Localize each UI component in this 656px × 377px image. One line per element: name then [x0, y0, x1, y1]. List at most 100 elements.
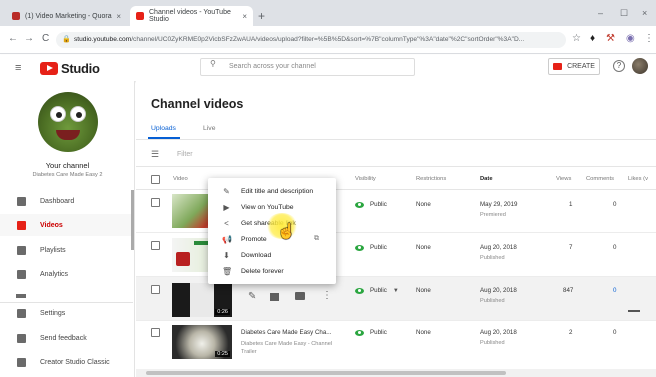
avatar-mouth [56, 130, 80, 140]
menu-item-edit-title[interactable]: ✎ Edit title and description [208, 183, 336, 199]
browser-menu-icon[interactable]: ⋮ [644, 33, 654, 44]
video-title[interactable]: Diabetes Care Made Easy Cha... [241, 329, 331, 336]
visibility-cell[interactable]: Public [355, 244, 387, 251]
column-header-restrictions[interactable]: Restrictions [416, 176, 446, 182]
column-header-visibility[interactable]: Visibility [355, 176, 376, 182]
row-checkbox[interactable] [151, 241, 160, 250]
comments-cell: 0 [613, 201, 617, 208]
sidebar-item-feedback[interactable]: Send feedback [0, 327, 133, 349]
screen: (1) Video Marketing - Quora × Channel vi… [0, 0, 656, 377]
extension-icon[interactable]: ⚒ [606, 33, 615, 44]
column-header-date[interactable]: Date [480, 176, 493, 182]
new-tab-icon[interactable]: + [258, 9, 265, 23]
comments-icon [16, 294, 26, 298]
column-header-likes[interactable]: Likes (v [628, 176, 648, 182]
maximize-icon[interactable]: ☐ [620, 8, 628, 19]
video-thumbnail[interactable]: 0:25 [172, 325, 232, 359]
date-cell: Aug 20, 2018 [480, 287, 517, 294]
menu-item-delete-forever[interactable]: 🗑 Delete forever [208, 263, 336, 279]
gear-icon [17, 309, 26, 318]
analytics-icon[interactable] [270, 293, 279, 301]
public-eye-icon [355, 244, 364, 251]
scrollbar-thumb[interactable] [146, 371, 506, 375]
help-icon[interactable]: ? [613, 60, 625, 72]
menu-item-label: View on YouTube [241, 203, 294, 211]
hamburger-menu-icon[interactable]: ≡ [15, 62, 21, 74]
channel-avatar[interactable] [38, 92, 98, 152]
menu-item-label: Delete forever [241, 267, 284, 275]
close-tab-icon[interactable]: × [116, 12, 121, 21]
search-input[interactable]: Search across your channel [200, 58, 415, 76]
horizontal-scrollbar[interactable] [136, 369, 656, 377]
menu-item-view-on-youtube[interactable]: ▶ View on YouTube [208, 199, 336, 215]
extension-icon[interactable]: ♦ [590, 33, 595, 44]
visibility-cell[interactable]: Public [355, 329, 387, 336]
sidebar-item-videos[interactable]: Videos [0, 214, 133, 236]
visibility-cell[interactable]: Public [355, 201, 387, 208]
sidebar-item-label: Dashboard [40, 197, 75, 205]
url-field[interactable]: 🔒 studio.youtube.com/channel/UC0ZyKRME0p2… [56, 32, 566, 48]
sidebar-item-analytics[interactable]: Analytics [0, 263, 133, 285]
sidebar-item-playlists[interactable]: Playlists [0, 239, 133, 261]
url-host: studio.youtube.com [74, 36, 132, 43]
analytics-icon [17, 269, 26, 279]
comments-icon[interactable] [295, 292, 305, 300]
edit-icon[interactable]: ✎ [248, 291, 256, 302]
tab-uploads[interactable]: Uploads [151, 125, 176, 132]
visibility-dropdown[interactable]: Public ▼ [355, 287, 399, 294]
menu-item-download[interactable]: ⬇ Download [208, 247, 336, 263]
row-checkbox[interactable] [151, 198, 160, 207]
back-icon[interactable]: ← [8, 33, 18, 44]
sidebar-scrollbar[interactable] [131, 190, 134, 250]
trash-icon: 🗑 [222, 266, 233, 276]
more-options-icon[interactable]: ⋮ [322, 290, 332, 301]
lock-icon: 🔒 [62, 36, 71, 43]
sidebar-item-label: Analytics [40, 270, 69, 278]
bookmark-star-icon[interactable]: ☆ [572, 33, 581, 44]
column-header-comments[interactable]: Comments [586, 176, 614, 182]
status-cell: Published [480, 298, 505, 304]
restrictions-cell: None [416, 244, 431, 251]
video-thumbnail[interactable]: 0:26 [172, 283, 232, 317]
close-tab-icon[interactable]: × [242, 12, 247, 21]
channel-name: Diabetes Care Made Easy 2 [32, 172, 103, 178]
dashboard-icon [17, 196, 26, 206]
download-icon: ⬇ [223, 250, 230, 260]
select-all-checkbox[interactable] [151, 175, 160, 184]
status-cell: Published [480, 255, 505, 261]
duration-badge: 0:25 [215, 351, 230, 357]
tab-live[interactable]: Live [203, 125, 215, 132]
sidebar-item-label: Creator Studio Classic [40, 358, 110, 366]
row-checkbox[interactable] [151, 285, 160, 294]
profile-icon[interactable]: ◉ [626, 33, 635, 44]
account-avatar[interactable] [632, 58, 648, 74]
filter-input[interactable]: Filter [177, 151, 193, 158]
column-header-video[interactable]: Video [173, 176, 188, 182]
reload-icon[interactable]: C [42, 33, 49, 44]
restrictions-cell: None [416, 201, 431, 208]
forward-icon[interactable]: → [24, 33, 34, 44]
pencil-icon: ✎ [223, 186, 230, 196]
sidebar-item-label: Settings [40, 310, 66, 317]
divider [136, 166, 656, 167]
date-cell: Aug 20, 2018 [480, 244, 517, 251]
menu-item-label: Promote [241, 235, 267, 243]
close-window-icon[interactable]: × [642, 8, 647, 18]
create-button[interactable]: CREATE [548, 58, 600, 75]
row-checkbox[interactable] [151, 328, 160, 337]
views-cell: 2 [569, 329, 573, 336]
avatar-eye [70, 106, 86, 122]
browser-tab-youtube-studio[interactable]: Channel videos - YouTube Studio × [130, 6, 253, 26]
classic-studio-icon [17, 357, 26, 367]
public-eye-icon [355, 201, 364, 208]
youtube-play-icon [40, 62, 58, 75]
studio-logo[interactable]: Studio [40, 61, 100, 76]
minimize-icon[interactable]: – [598, 8, 603, 18]
sidebar-item-settings[interactable]: Settings [0, 302, 133, 324]
browser-tab-quora[interactable]: (1) Video Marketing - Quora × [6, 6, 127, 26]
filter-icon[interactable]: ☰ [151, 149, 159, 160]
views-cell: 1 [569, 201, 573, 208]
sidebar-item-creator-studio-classic[interactable]: Creator Studio Classic [0, 351, 133, 373]
sidebar-item-dashboard[interactable]: Dashboard [0, 190, 133, 212]
column-header-views[interactable]: Views [556, 176, 571, 182]
